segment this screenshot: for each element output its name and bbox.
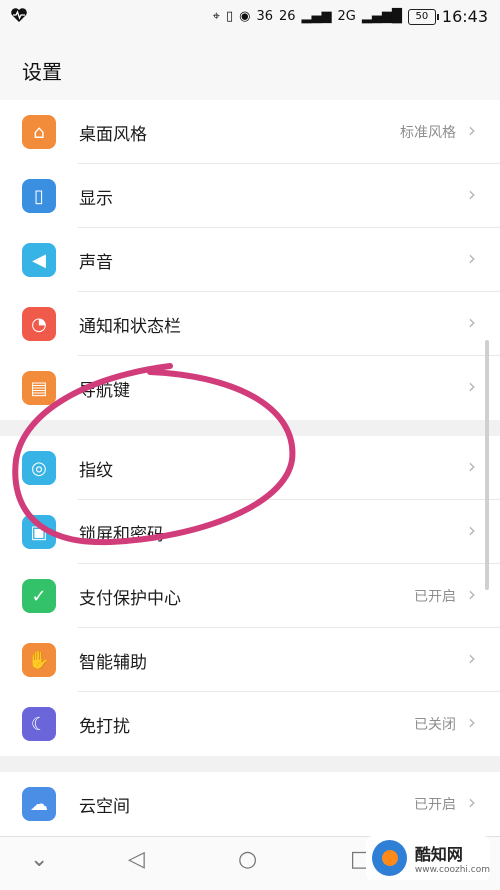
shield-check-icon: ✓ [22,579,56,613]
setting-display[interactable]: ▯ 显示 › [0,164,500,228]
settings-group-2: ◎ 指纹 › ▣ 锁屏和密码 › ✓ 支付保护中心 已开启 › ✋ 智能辅助 ›… [0,436,500,756]
setting-label: 智能辅助 [79,653,147,673]
settings-group-1: ⌂ 桌面风格 标准风格 › ▯ 显示 › ◀ 声音 › ◔ 通知和状态栏 › ▤… [0,100,500,420]
home-icon: ⌂ [22,115,56,149]
watermark: 酷知网 www.coozhi.com [366,836,490,880]
heart-pulse-icon [10,8,28,27]
watermark-text: 酷知网 www.coozhi.com [415,841,490,875]
group-gap [0,420,500,436]
app-header: 设置 [0,36,500,101]
setting-label: 桌面风格 [79,125,147,145]
location-icon: ⌖ [212,8,220,24]
setting-label: 通知和状态栏 [79,317,181,337]
settings-list: ⌂ 桌面风格 标准风格 › ▯ 显示 › ◀ 声音 › ◔ 通知和状态栏 › ▤… [0,100,500,882]
signal-icon: ▂▄▆ [301,8,332,24]
page-title: 设置 [22,60,62,84]
lock-icon: ▣ [22,515,56,549]
chevron-right-icon: › [468,646,476,670]
fingerprint-icon: ◎ [22,451,56,485]
watermark-brand: 酷知网 [414,845,463,864]
setting-notifications[interactable]: ◔ 通知和状态栏 › [0,292,500,356]
speaker-icon: ◀ [22,243,56,277]
chevron-right-icon: › [468,790,476,814]
chevron-right-icon: › [468,118,476,142]
bell-icon: ◔ [22,307,56,341]
battery-indicator: 50 [407,8,439,25]
chevron-right-icon: › [468,518,476,542]
moon-icon: ☾ [22,707,56,741]
setting-label: 支付保护中心 [79,589,181,609]
setting-label: 声音 [79,253,113,273]
home-circle-icon[interactable]: ○ [238,847,257,872]
setting-label: 指纹 [79,461,113,481]
setting-label: 导航键 [79,381,130,401]
chevron-right-icon: › [468,182,476,206]
setting-value: 已开启 [414,589,456,605]
chevron-right-icon: › [468,374,476,398]
setting-value: 已开启 [414,797,456,813]
coozhi-logo-icon [372,840,407,876]
setting-sound[interactable]: ◀ 声音 › [0,228,500,292]
setting-smart-assist[interactable]: ✋ 智能辅助 › [0,628,500,692]
setting-label: 显示 [79,189,113,209]
setting-label: 锁屏和密码 [79,525,164,545]
vibrate-icon: ▯ [225,8,234,24]
network-type-2g: 2G [337,8,356,24]
setting-value: 标准风格 [400,125,456,141]
hand-icon: ✋ [22,643,56,677]
chevron-right-icon: › [468,710,476,734]
setting-value: 已关闭 [414,717,456,733]
setting-cloud-space[interactable]: ☁ 云空间 已开启 › [0,772,500,836]
clock: 16:43 [441,7,488,26]
setting-do-not-disturb[interactable]: ☾ 免打扰 已关闭 › [0,692,500,756]
chevron-right-icon: › [468,454,476,478]
chevron-right-icon: › [468,582,476,606]
setting-desktop-style[interactable]: ⌂ 桌面风格 标准风格 › [0,100,500,164]
setting-fingerprint[interactable]: ◎ 指纹 › [0,436,500,500]
eye-icon: ◉ [239,8,251,24]
network-bottom: 26 [278,8,296,24]
watermark-url: www.coozhi.com [414,865,490,875]
chevron-right-icon: › [468,310,476,334]
setting-label: 免打扰 [79,717,130,737]
setting-lockscreen-password[interactable]: ▣ 锁屏和密码 › [0,500,500,564]
scrollbar[interactable] [485,340,489,590]
chevron-down-icon[interactable]: ⌄ [30,847,48,872]
setting-navigation-keys[interactable]: ▤ 导航键 › [0,356,500,420]
display-icon: ▯ [22,179,56,213]
setting-payment-protection[interactable]: ✓ 支付保护中心 已开启 › [0,564,500,628]
signal-icon: ▂▄▆█ [361,8,402,24]
back-icon[interactable]: ◁ [128,847,145,872]
group-gap [0,756,500,772]
network-top: 36 [256,8,273,24]
chevron-right-icon: › [468,246,476,270]
setting-label: 云空间 [79,797,130,817]
cloud-icon: ☁ [22,787,56,821]
status-bar: ⌖ ▯ ◉ 36 26 ▂▄▆ 2G ▂▄▆█ 50 16:43 [0,0,500,36]
navigation-key-icon: ▤ [22,371,56,405]
